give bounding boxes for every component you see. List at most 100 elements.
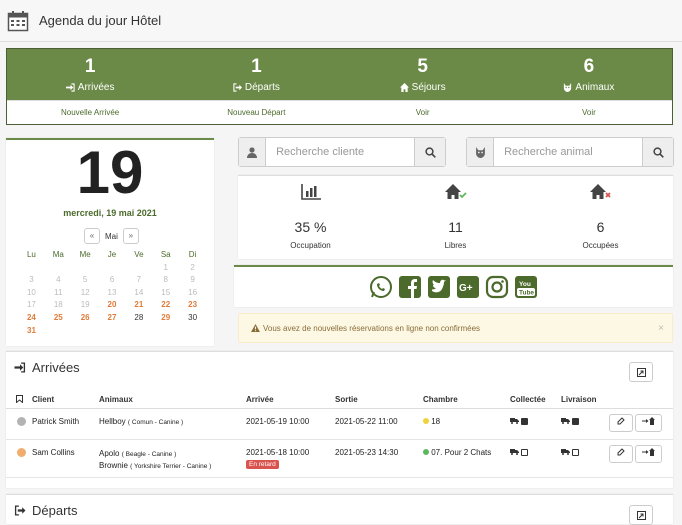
animal-name[interactable]: Apolo (99, 449, 119, 458)
view-animals-link[interactable]: Voir (506, 101, 672, 124)
calendar-day[interactable]: 7 (125, 274, 152, 287)
next-month-button[interactable]: » (122, 228, 139, 244)
col-animals: Animaux (99, 392, 246, 409)
edit-button[interactable] (609, 413, 633, 432)
calendar-day[interactable]: 3 (18, 274, 45, 287)
search-icon (652, 146, 664, 158)
calendar-day[interactable]: 4 (45, 274, 72, 287)
stat-animals[interactable]: 6 Animaux (506, 49, 672, 100)
departures-expand-button[interactable] (629, 505, 653, 525)
animal-name[interactable]: Hellboy (99, 417, 126, 426)
stat-label: Départs (244, 81, 280, 93)
calendar-day[interactable]: 21 (125, 299, 152, 312)
animal-breed: ( Beagle - Canine ) (121, 450, 177, 458)
stat-arrivals[interactable]: 1 Arrivées (7, 49, 173, 100)
calendar-day[interactable]: 22 (152, 299, 179, 312)
whatsapp-icon[interactable] (369, 275, 393, 299)
animal-name[interactable]: Brownie (99, 461, 128, 470)
stat-departures[interactable]: 1 Départs (173, 49, 339, 100)
client-search-input[interactable] (266, 138, 415, 166)
current-day: 19 (76, 139, 144, 206)
youtube-icon[interactable]: You Tube (514, 275, 538, 299)
calendar-day (72, 262, 99, 275)
checkin-button[interactable] (635, 444, 663, 463)
weekday-label: Me (79, 250, 91, 259)
warning-icon (251, 324, 260, 332)
instagram-icon[interactable] (485, 275, 509, 299)
calendar-day[interactable]: 17 (18, 299, 45, 312)
arrow-home-icon (641, 447, 655, 456)
table-row: Patrick Smith Hellboy ( Comun - Canine )… (6, 408, 673, 440)
checkin-button[interactable] (635, 413, 663, 432)
client-search-button[interactable] (414, 138, 445, 166)
calendar-widget: 19 mercredi, 19 mai 2021 « Mai » Lu Ma M… (6, 138, 214, 346)
calendar-grid: Lu Ma Me Je Ve Sa Di 1 2 3 4 5 6 7 8 9 1… (18, 249, 206, 337)
collected-checkbox[interactable] (521, 448, 529, 456)
calendar-day[interactable]: 20 (99, 299, 126, 312)
stat-count: 1 (84, 55, 96, 77)
new-departure-link[interactable]: Nouveau Départ (173, 101, 339, 124)
client-name[interactable]: Patrick Smith (32, 408, 99, 440)
stat-label: Animaux (575, 81, 615, 93)
delivery-checkbox[interactable] (572, 417, 580, 425)
calendar-day[interactable]: 12 (72, 287, 99, 300)
twitter-icon[interactable] (427, 275, 451, 299)
social-links: G+ You Tube (234, 265, 673, 307)
calendar-day[interactable]: 23 (179, 299, 206, 312)
calendar-day[interactable]: 10 (18, 287, 45, 300)
new-arrival-link[interactable]: Nouvelle Arrivée (7, 101, 173, 124)
alert-text: Vous avez de nouvelles réservations en l… (263, 323, 481, 333)
calendar-day[interactable]: 14 (125, 287, 152, 300)
delivery-checkbox[interactable] (572, 448, 580, 456)
arrivals-expand-button[interactable] (629, 362, 653, 382)
calendar-day[interactable]: 19 (72, 299, 99, 312)
calendar-day[interactable]: 9 (179, 274, 206, 287)
view-stays-link[interactable]: Voir (340, 101, 506, 124)
calendar-day[interactable]: 25 (45, 312, 72, 325)
stat-count: 1 (251, 55, 262, 77)
animal-breed: ( Yorkshire Terrier - Canine ) (130, 462, 212, 470)
calendar-day[interactable]: 27 (99, 312, 126, 325)
prev-month-button[interactable]: « (84, 228, 100, 244)
animal-search (466, 137, 674, 167)
arrivals-table: Client Animaux Arrivée Sortie Chambre Co… (6, 392, 673, 478)
cat-icon (564, 82, 572, 92)
stat-label: Arrivées (77, 81, 115, 93)
calendar-day[interactable]: 16 (179, 287, 206, 300)
free-rooms-label: Libres (444, 241, 467, 250)
calendar-day[interactable]: 11 (45, 287, 72, 300)
calendar-day[interactable]: 2 (179, 262, 206, 275)
client-name[interactable]: Sam Collins (32, 439, 99, 478)
calendar-day[interactable]: 15 (152, 287, 179, 300)
room-color-dot (423, 417, 429, 424)
late-badge: En retard (246, 459, 279, 469)
calendar-day[interactable]: 26 (72, 312, 99, 325)
alert-close-button[interactable]: × (658, 323, 664, 334)
status-dot (17, 447, 26, 457)
stat-stays[interactable]: 5 Séjours (340, 49, 506, 100)
animal-search-button[interactable] (642, 138, 673, 166)
expand-icon (636, 510, 646, 520)
calendar-day[interactable]: 5 (72, 274, 99, 287)
calendar-day[interactable]: 13 (99, 287, 126, 300)
expand-icon (636, 367, 646, 377)
calendar-day[interactable]: 31 (18, 325, 45, 338)
calendar-day[interactable]: 1 (152, 262, 179, 275)
departures-section: Départs (6, 494, 673, 525)
edit-button[interactable] (609, 444, 633, 463)
animal-search-input[interactable] (494, 138, 643, 166)
calendar-day[interactable]: 18 (45, 299, 72, 312)
collected-checkbox[interactable] (521, 417, 529, 425)
room-color-dot (423, 448, 429, 455)
sign-in-icon (65, 82, 75, 92)
page-title: Agenda du jour Hôtel (39, 13, 162, 28)
calendar-day[interactable]: 24 (18, 312, 45, 325)
calendar-day[interactable]: 28 (125, 312, 152, 325)
edit-icon (617, 447, 625, 455)
calendar-day[interactable]: 29 (152, 312, 179, 325)
google-plus-icon[interactable]: G+ (456, 275, 480, 299)
calendar-day[interactable]: 8 (152, 274, 179, 287)
calendar-day[interactable]: 30 (179, 312, 206, 325)
facebook-icon[interactable] (398, 275, 422, 299)
calendar-day[interactable]: 6 (99, 274, 126, 287)
